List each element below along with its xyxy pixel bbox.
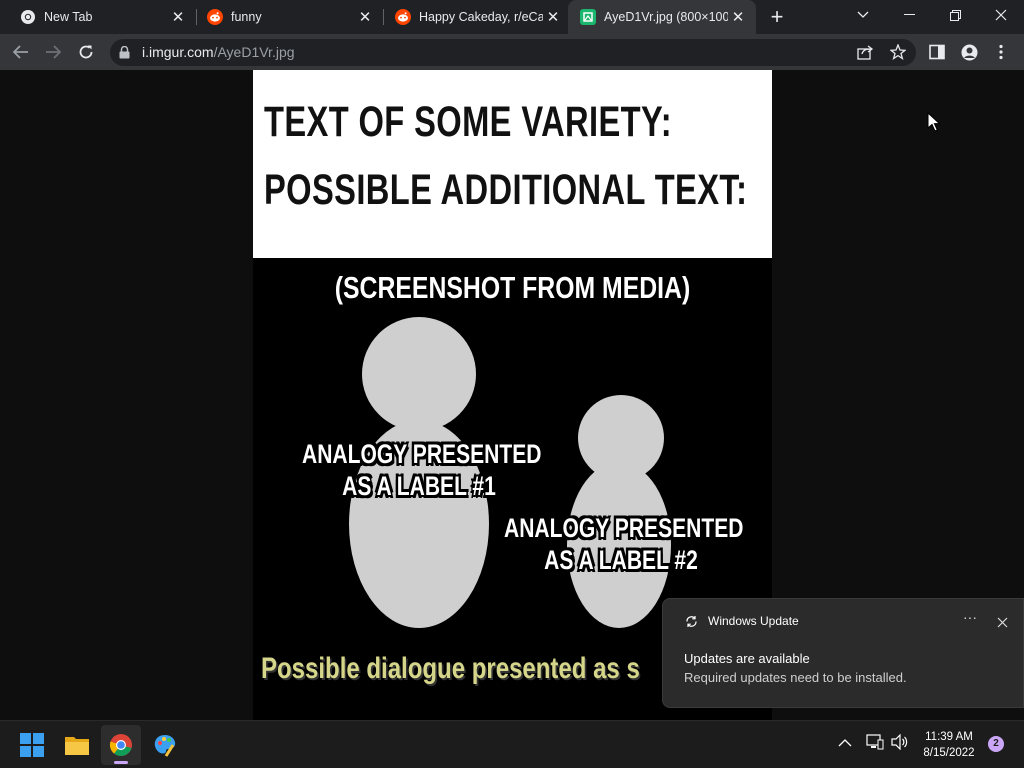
tab-title: funny xyxy=(231,10,262,24)
minimize-icon xyxy=(903,14,915,15)
analogy-label-1-line-2: AS A LABEL #1 xyxy=(342,471,496,501)
tab-funny[interactable]: funny ✕ xyxy=(187,0,383,34)
url-host: i.imgur.com xyxy=(142,44,214,60)
minimize-button[interactable] xyxy=(886,0,932,30)
reload-icon xyxy=(79,45,93,59)
bookmark-star-icon[interactable] xyxy=(889,43,907,65)
palette-icon xyxy=(154,735,176,757)
network-icon[interactable] xyxy=(866,734,884,755)
close-icon xyxy=(997,617,1008,628)
analogy-label-1-line-1: ANALOGY PRESENTED xyxy=(302,439,542,469)
menu-kebab-icon[interactable] xyxy=(999,44,1003,65)
back-button[interactable] xyxy=(7,34,35,70)
close-tab-button[interactable]: ✕ xyxy=(728,8,748,26)
clock[interactable]: 11:39 AM 8/15/2022 xyxy=(916,729,982,761)
url-path: /AyeD1Vr.jpg xyxy=(213,44,295,60)
tab-new-tab[interactable]: New Tab ✕ xyxy=(0,0,196,34)
close-tab-button[interactable]: ✕ xyxy=(543,8,563,26)
sync-icon xyxy=(685,615,698,633)
meme-text-line-1: TEXT OF SOME VARIETY: xyxy=(264,98,673,146)
tab-title: AyeD1Vr.jpg (800×100 xyxy=(604,10,728,24)
figure-1-head xyxy=(362,317,476,431)
analogy-label-2-line-2: AS A LABEL #2 xyxy=(544,545,698,575)
chrome-taskbar-button[interactable] xyxy=(101,725,141,765)
paint-button[interactable] xyxy=(145,725,185,765)
tab-title: Happy Cakeday, r/eCar xyxy=(419,10,543,24)
new-tab-button[interactable]: + xyxy=(764,4,790,30)
show-hidden-icons-button[interactable] xyxy=(838,735,852,753)
close-window-button[interactable] xyxy=(978,0,1024,30)
tab-strip: New Tab ✕ funny ✕ Happy Cakeday, r/eCar … xyxy=(0,0,1024,34)
tab-search-button[interactable] xyxy=(840,0,886,30)
forward-button[interactable] xyxy=(39,34,67,70)
meme-text-line-2: POSSIBLE ADDITIONAL TEXT: xyxy=(264,166,748,214)
analogy-label-2: ANALOGY PRESENTED AS A LABEL #2 xyxy=(504,512,744,576)
close-tab-button[interactable]: ✕ xyxy=(168,8,188,26)
tab-happy-cakeday[interactable]: Happy Cakeday, r/eCar ✕ xyxy=(375,0,571,34)
taskbar: 11:39 AM 8/15/2022 2 xyxy=(0,720,1024,768)
notification-app-name: Windows Update xyxy=(708,614,799,628)
clock-time: 11:39 AM xyxy=(925,731,973,743)
windows-update-notification[interactable]: Windows Update ··· Updates are available… xyxy=(662,598,1024,708)
notification-body: Required updates need to be installed. xyxy=(684,670,907,685)
reddit-icon xyxy=(207,9,223,25)
meme-header-panel: TEXT OF SOME VARIETY: POSSIBLE ADDITIONA… xyxy=(253,70,772,258)
reddit-icon xyxy=(395,9,411,25)
side-panel-icon[interactable] xyxy=(929,44,945,65)
analogy-label-1: ANALOGY PRESENTED AS A LABEL #1 xyxy=(302,438,542,502)
notification-count-badge[interactable]: 2 xyxy=(988,736,1004,752)
analogy-label-2-line-1: ANALOGY PRESENTED xyxy=(504,513,744,543)
address-bar[interactable]: i.imgur.com/AyeD1Vr.jpg xyxy=(110,39,916,66)
mouse-cursor-icon xyxy=(927,111,941,132)
file-explorer-button[interactable] xyxy=(57,725,97,765)
active-app-indicator xyxy=(114,761,128,764)
arrow-left-icon xyxy=(13,45,28,59)
close-icon xyxy=(995,9,1007,21)
restore-button[interactable] xyxy=(932,0,978,30)
notification-title: Updates are available xyxy=(684,651,810,666)
chevron-down-icon xyxy=(857,11,869,18)
clock-date: 8/15/2022 xyxy=(923,747,975,759)
lock-icon[interactable] xyxy=(119,45,130,64)
windows-logo-icon xyxy=(20,733,44,757)
tab-title: New Tab xyxy=(44,10,93,24)
url-text: i.imgur.com/AyeD1Vr.jpg xyxy=(142,39,295,66)
close-tab-button[interactable]: ✕ xyxy=(355,8,375,26)
meme-dialogue: Possible dialogue presented as s xyxy=(261,652,640,685)
start-button[interactable] xyxy=(12,725,52,765)
reload-button[interactable] xyxy=(72,34,100,70)
notification-close-button[interactable] xyxy=(997,615,1008,633)
imgur-icon xyxy=(580,9,596,25)
folder-icon xyxy=(65,737,89,755)
share-icon[interactable] xyxy=(857,44,874,65)
chrome-icon xyxy=(20,9,36,25)
meme-caption: (SCREENSHOT FROM MEDIA) xyxy=(334,270,691,305)
chevron-up-icon xyxy=(838,739,852,747)
chrome-icon xyxy=(109,734,132,756)
restore-icon xyxy=(949,9,961,21)
profile-avatar-icon[interactable] xyxy=(961,44,978,66)
notification-more-button[interactable]: ··· xyxy=(957,609,983,625)
arrow-right-icon xyxy=(46,45,61,59)
tab-ayed1vr-image[interactable]: AyeD1Vr.jpg (800×100 ✕ xyxy=(568,0,756,34)
volume-icon[interactable] xyxy=(891,733,909,755)
